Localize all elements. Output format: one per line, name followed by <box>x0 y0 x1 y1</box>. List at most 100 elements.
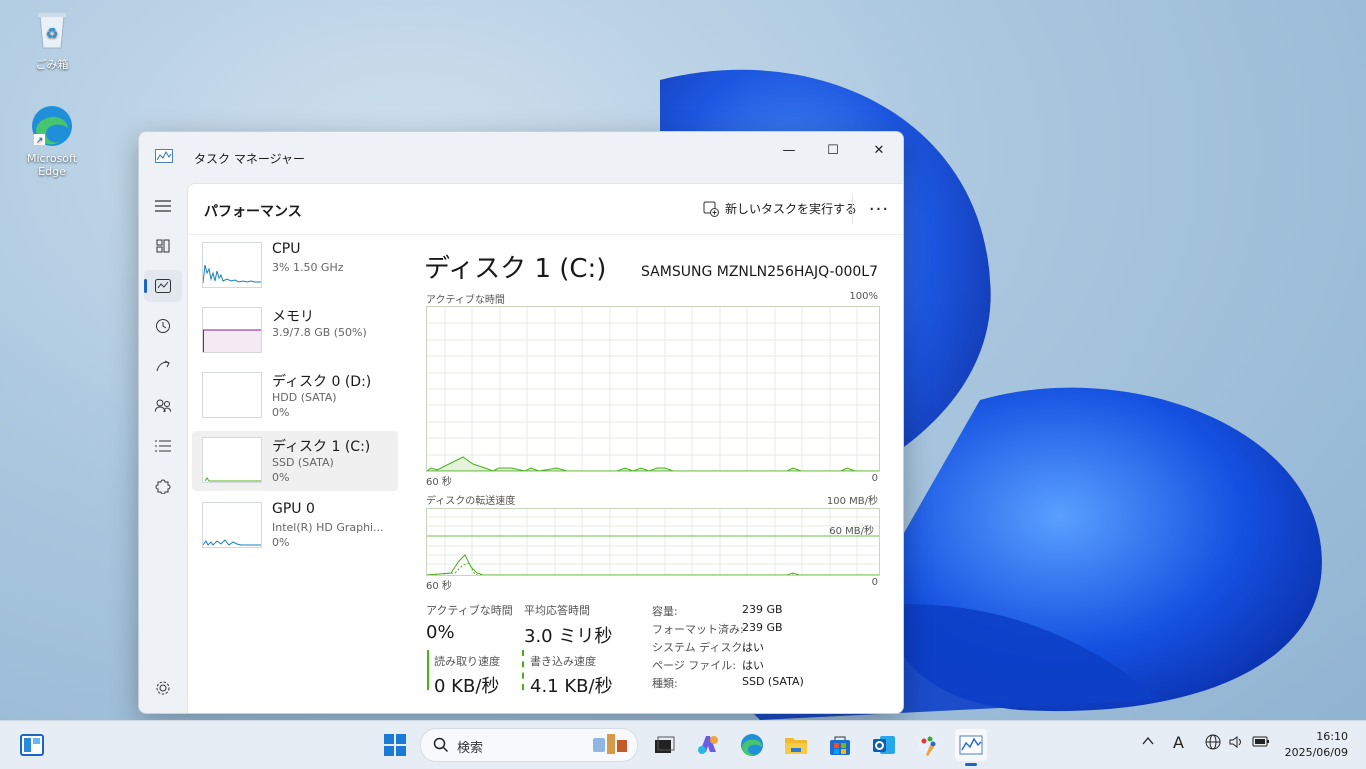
maximize-icon: ☐ <box>827 142 839 158</box>
edge-taskbar-button[interactable] <box>736 729 768 761</box>
transfer-rate-graph <box>426 508 880 576</box>
task-view-button[interactable] <box>648 729 680 761</box>
nav-processes[interactable] <box>144 230 182 262</box>
content-pane: パフォーマンス 新しいタスクを実行する ··· CPU 3% 1.50 GHz <box>187 183 903 713</box>
device-item-disk-1[interactable]: ディスク 1 (C:) SSD (SATA) 0% <box>192 431 398 491</box>
property-key: 種類: <box>652 677 678 690</box>
nav-settings[interactable] <box>144 672 182 704</box>
property-key: フォーマット済み: <box>652 623 744 636</box>
store-button[interactable] <box>824 729 856 761</box>
device-item-disk-0[interactable]: ディスク 0 (D:) HDD (SATA) 0% <box>192 366 398 426</box>
device-sub: 3% 1.50 GHz <box>272 261 344 274</box>
property-key: システム ディスク: <box>652 641 747 654</box>
property-value: はい <box>742 659 764 672</box>
start-button[interactable] <box>379 729 411 761</box>
edge-icon <box>741 734 763 756</box>
nav-users[interactable] <box>144 390 182 422</box>
device-item-gpu-0[interactable]: GPU 0 Intel(R) HD Graphi... 0% <box>192 496 398 556</box>
active-time-graph <box>426 306 880 472</box>
nav-details[interactable] <box>144 430 182 462</box>
minimize-icon: — <box>782 142 796 158</box>
device-name: メモリ <box>272 309 314 325</box>
hamburger-menu-button[interactable] <box>144 190 182 222</box>
more-options-button[interactable]: ··· <box>864 196 894 222</box>
device-name: ディスク 1 (C:) <box>272 439 371 455</box>
outlook-button[interactable] <box>868 729 900 761</box>
window-title: タスク マネージャー <box>194 152 305 166</box>
task-view-icon <box>655 736 675 753</box>
copilot-button[interactable] <box>692 729 724 761</box>
transfer-x-left: 60 秒 <box>426 581 452 592</box>
device-item-cpu[interactable]: CPU 3% 1.50 GHz <box>192 236 398 296</box>
property-value: SSD (SATA) <box>742 675 804 688</box>
active-time-x-right: 0 <box>871 473 878 484</box>
file-explorer-button[interactable] <box>780 729 812 761</box>
desktop-icon-label: Microsoft Edge <box>26 152 78 178</box>
chevron-up-icon <box>1142 736 1154 745</box>
maximize-button[interactable]: ☐ <box>811 136 855 164</box>
response-time-value: 3.0 ミリ秒 <box>524 626 613 647</box>
desktop-icon-label: ごみ箱 <box>35 58 69 71</box>
active-time-graph-max: 100% <box>849 291 878 302</box>
active-time-x-left: 60 秒 <box>426 477 452 488</box>
minimize-button[interactable]: — <box>767 136 811 164</box>
device-item-memory[interactable]: メモリ 3.9/7.8 GB (50%) <box>192 301 398 361</box>
cpu-thumbnail-graph <box>202 242 262 288</box>
nav-services[interactable] <box>144 470 182 502</box>
processes-icon <box>156 239 170 253</box>
clock-time: 16:10 <box>1316 730 1348 743</box>
device-percent: 0% <box>272 406 290 419</box>
read-speed-value: 0 KB/秒 <box>434 676 500 697</box>
show-hidden-icons-button[interactable] <box>1142 734 1154 750</box>
device-name: GPU 0 <box>272 501 315 517</box>
write-speed-value: 4.1 KB/秒 <box>530 676 613 697</box>
search-placeholder: 検索 <box>457 741 484 756</box>
hamburger-icon <box>155 200 171 212</box>
property-value: 239 GB <box>742 621 783 634</box>
page-title: パフォーマンス <box>204 204 302 220</box>
ime-indicator[interactable]: A <box>1173 733 1184 752</box>
system-clock[interactable]: 16:10 2025/06/09 <box>1285 729 1348 761</box>
disk-model: SAMSUNG MZNLN256HAJQ-000L7 <box>641 264 878 280</box>
device-sub: Intel(R) HD Graphi... <box>272 521 384 534</box>
run-new-task-button[interactable]: 新しいタスクを実行する <box>703 200 857 217</box>
task-manager-taskbar-button[interactable] <box>955 729 987 766</box>
transfer-graph-max: 100 MB/秒 <box>826 496 878 507</box>
read-speed-label: 読み取り速度 <box>434 655 500 668</box>
desktop-icon-edge[interactable]: ↗ Microsoft Edge <box>12 104 92 178</box>
volume-button[interactable] <box>1228 734 1244 754</box>
nav-startup-apps[interactable] <box>144 350 182 382</box>
active-time-label: アクティブな時間 <box>426 604 513 617</box>
svg-text:♻: ♻ <box>46 26 59 42</box>
device-name: ディスク 0 (D:) <box>272 374 372 390</box>
gear-icon <box>156 681 170 695</box>
more-icon: ··· <box>868 198 890 220</box>
close-icon: ✕ <box>873 142 885 158</box>
network-button[interactable] <box>1205 734 1221 754</box>
nav-performance[interactable] <box>144 270 182 302</box>
windows-logo-icon <box>384 734 406 756</box>
taskbar-search-box[interactable]: 検索 <box>420 728 638 762</box>
write-speed-label: 書き込み速度 <box>530 655 596 668</box>
folder-icon <box>785 738 807 754</box>
header-divider <box>852 194 853 224</box>
widgets-button[interactable] <box>16 729 48 761</box>
outlook-icon <box>873 736 895 754</box>
page-header: パフォーマンス 新しいタスクを実行する ··· <box>188 184 903 235</box>
title-bar[interactable]: タスク マネージャー — ☐ ✕ <box>139 132 903 182</box>
write-speed-marker <box>522 650 524 690</box>
run-task-icon <box>703 201 719 217</box>
paint-button[interactable] <box>912 729 944 761</box>
startup-icon <box>156 360 170 372</box>
active-app-indicator <box>965 763 977 766</box>
close-button[interactable]: ✕ <box>857 136 901 164</box>
battery-icon <box>1252 736 1269 747</box>
property-key: ページ ファイル: <box>652 659 736 672</box>
task-manager-app-icon <box>155 149 173 163</box>
desktop-icon-recycle-bin[interactable]: ♻ ごみ箱 <box>12 8 92 72</box>
nav-app-history[interactable] <box>144 310 182 342</box>
paint-palette-icon <box>918 735 938 756</box>
battery-button[interactable] <box>1252 734 1270 752</box>
property-key: 容量: <box>652 605 678 618</box>
clock-date: 2025/06/09 <box>1284 746 1348 759</box>
